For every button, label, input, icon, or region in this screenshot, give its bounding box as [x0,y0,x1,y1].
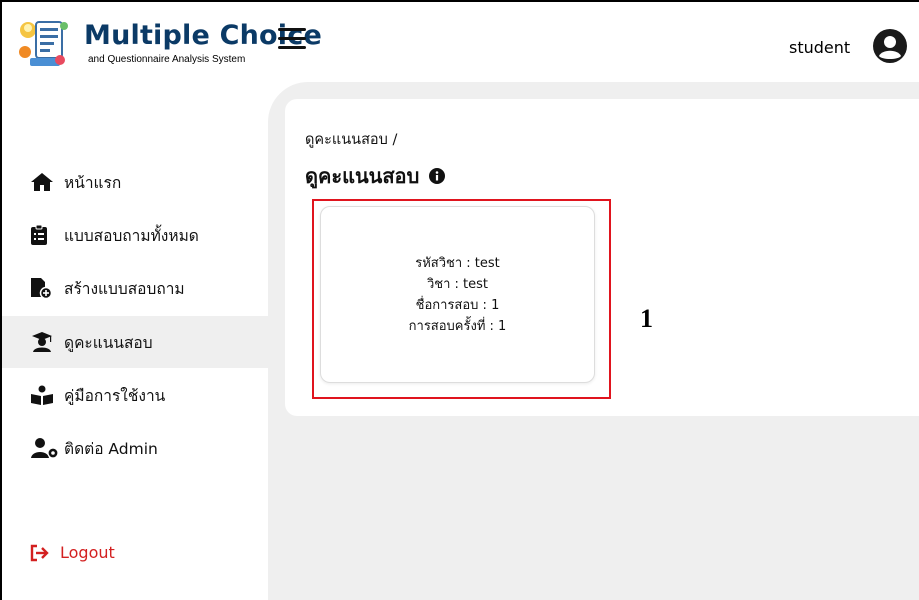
exam-score-card[interactable]: รหัสวิชา : test วิชา : test ชื่อการสอบ :… [320,206,595,383]
hamburger-icon[interactable] [278,28,306,50]
sidebar-item-view-scores[interactable]: ดูคะแนนสอบ [2,316,268,368]
sidebar-item-create-questionnaire[interactable]: สร้างแบบสอบถาม [2,263,268,313]
sidebar-item-contact-admin[interactable]: ติดต่อ Admin [2,423,268,473]
card-exam-name: ชื่อการสอบ : 1 [415,297,500,313]
app-subtitle: and Questionnaire Analysis System [88,54,246,65]
user-circle-icon[interactable] [873,29,907,63]
book-reader-icon [30,383,60,407]
user-name[interactable]: student [789,38,850,57]
clipboard-list-icon [30,223,60,247]
card-exam-round: การสอบครั้งที่ : 1 [408,318,507,334]
sidebar-item-label: สร้างแบบสอบถาม [64,279,185,298]
page-title: ดูคะแนนสอบ [305,160,446,192]
breadcrumb[interactable]: ดูคะแนนสอบ / [305,128,397,151]
sidebar-item-label: ติดต่อ Admin [64,439,158,458]
logout-arrow-icon [30,544,50,562]
sidebar-item-label: คู่มือการใช้งาน [64,386,166,405]
sidebar-item-label: ดูคะแนนสอบ [64,333,153,352]
sidebar-item-label: หน้าแรก [64,173,122,192]
top-header: Multiple Choice and Questionnaire Analys… [2,2,919,82]
card-subject-code: รหัสวิชา : test [415,255,500,271]
sidebar-item-all-questionnaires[interactable]: แบบสอบถามทั้งหมด [2,210,268,260]
logout-label: Logout [60,543,115,562]
sidebar-item-home[interactable]: หน้าแรก [2,157,268,207]
info-circle-icon[interactable] [429,168,446,184]
user-gear-icon [30,436,60,460]
graduate-icon [30,330,60,354]
card-subject: วิชา : test [426,276,489,292]
app-window: Multiple Choice and Questionnaire Analys… [0,0,919,600]
sidebar: หน้าแรก แบบสอบถามทั้งหมด สร้างแบบสอบถาม … [2,82,268,600]
home-icon [30,170,60,194]
quiz-document-icon [19,21,68,66]
page-title-text: ดูคะแนนสอบ [305,164,420,188]
sidebar-item-manual[interactable]: คู่มือการใช้งาน [2,370,268,420]
annotation-number: 1 [640,304,653,333]
file-plus-icon [30,276,60,300]
sidebar-item-label: แบบสอบถามทั้งหมด [64,226,199,245]
logout-button[interactable]: Logout [30,543,115,562]
